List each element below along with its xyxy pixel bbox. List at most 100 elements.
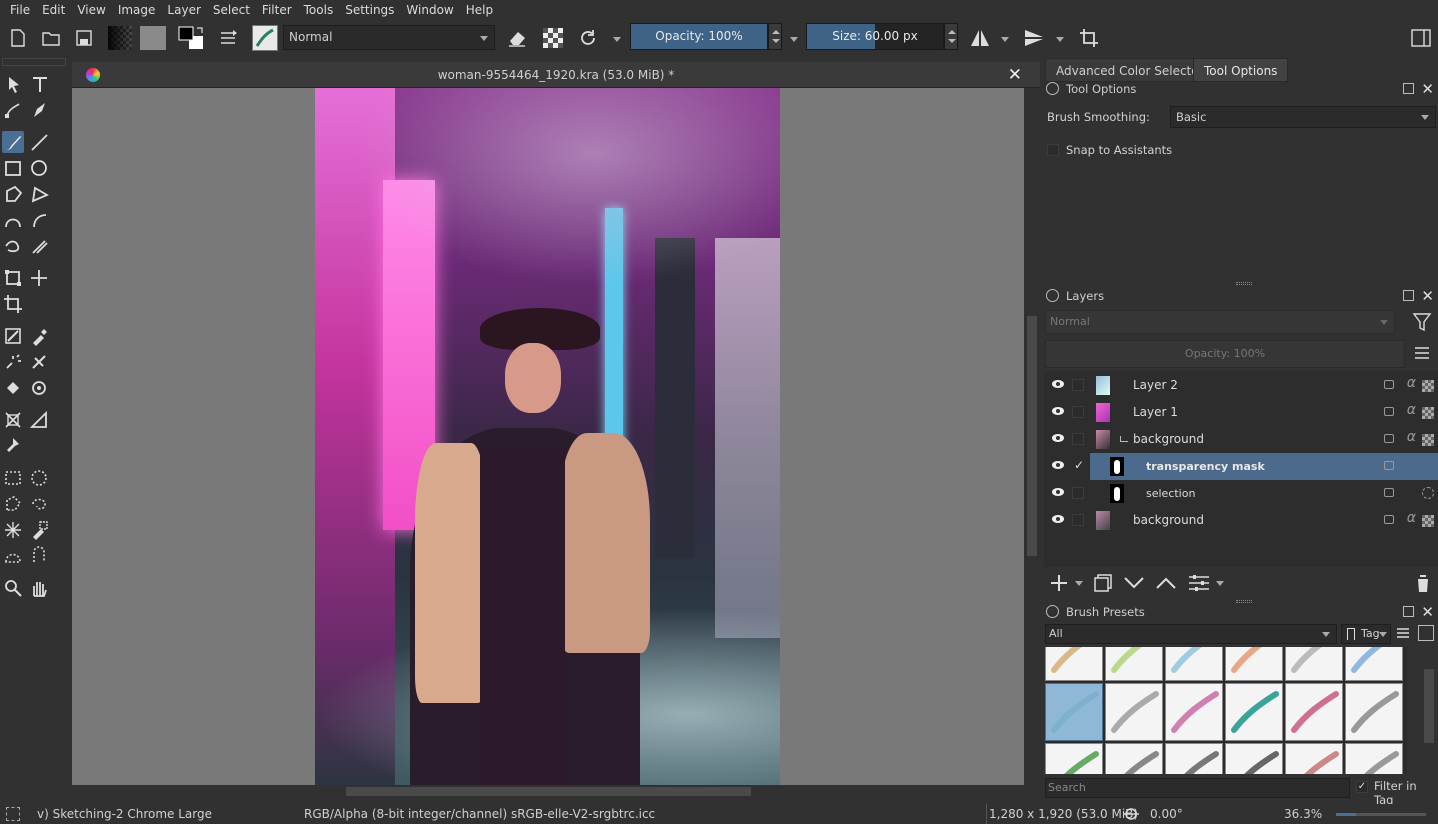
layer-checkbox[interactable] <box>1072 487 1084 499</box>
open-document-icon[interactable] <box>40 20 62 56</box>
reload-preset-icon[interactable] <box>576 20 600 56</box>
checkmark-icon[interactable]: ✓ <box>1074 458 1084 472</box>
tag-button[interactable]: Tag <box>1341 624 1391 644</box>
eraser-icon[interactable] <box>506 20 528 56</box>
line-tool-icon[interactable] <box>28 131 50 153</box>
layer-row[interactable]: background α <box>1044 426 1438 453</box>
preset-texture-icon[interactable] <box>1165 647 1223 681</box>
wrap-around-icon[interactable] <box>1078 20 1100 56</box>
colorize-mask-tool-icon[interactable] <box>2 351 24 373</box>
eye-icon[interactable] <box>1052 407 1064 415</box>
size-spinner[interactable] <box>944 23 958 50</box>
preset-spray-icon[interactable] <box>1345 743 1403 774</box>
alpha-lock-icon[interactable]: α <box>1407 510 1416 526</box>
lock-icon[interactable] <box>1046 82 1059 95</box>
layer-row[interactable]: selection <box>1044 480 1438 507</box>
zoom-tool-icon[interactable] <box>2 577 24 599</box>
eye-icon[interactable] <box>1052 380 1064 388</box>
menu-tools[interactable]: Tools <box>298 0 340 20</box>
toolbox-handle[interactable] <box>2 58 66 66</box>
splitter-handle[interactable] <box>1236 282 1252 285</box>
size-slider[interactable]: Size: 60.00 px <box>806 23 944 50</box>
chevron-down-icon[interactable] <box>790 37 798 42</box>
menu-file[interactable]: File <box>4 0 36 20</box>
delete-layer-icon[interactable] <box>1414 573 1432 593</box>
bezier-tool-icon[interactable] <box>2 209 24 231</box>
duplicate-layer-icon[interactable] <box>1093 573 1113 593</box>
document-tab[interactable]: woman-9554464_1920.kra (53.0 MiB) * ✕ <box>72 62 1040 88</box>
chevron-down-icon[interactable] <box>613 37 621 42</box>
pattern-swatch-icon[interactable] <box>140 20 166 56</box>
measure-tool-icon[interactable] <box>28 409 50 431</box>
preset-stamp-icon[interactable] <box>1225 647 1283 681</box>
brush-preset-icon[interactable] <box>252 20 278 56</box>
lock-icon[interactable] <box>1384 515 1394 524</box>
move-tool-icon[interactable] <box>28 267 50 289</box>
inherit-alpha-icon[interactable] <box>1422 407 1434 419</box>
move-layer-down-icon[interactable] <box>1123 575 1145 591</box>
vertical-scrollbar[interactable] <box>1024 88 1040 785</box>
preset-eraser-icon[interactable] <box>1345 683 1403 741</box>
layer-row[interactable]: Layer 1 α <box>1044 399 1438 426</box>
layer-checkbox[interactable] <box>1072 514 1084 526</box>
polygonal-selection-tool-icon[interactable] <box>2 493 24 515</box>
layer-checkbox[interactable] <box>1072 379 1084 391</box>
float-icon[interactable] <box>1403 83 1414 94</box>
mirror-vertical-icon[interactable] <box>1022 20 1046 56</box>
rectangular-selection-tool-icon[interactable] <box>2 467 24 489</box>
edit-shapes-tool-icon[interactable] <box>2 99 24 121</box>
chevron-down-icon[interactable] <box>1216 581 1224 586</box>
selection-status-icon[interactable] <box>6 807 20 821</box>
preset-sketch-icon[interactable] <box>1105 683 1163 741</box>
smart-patch-tool-icon[interactable] <box>28 351 50 373</box>
float-icon[interactable] <box>1403 606 1414 617</box>
alpha-lock-icon[interactable]: α <box>1407 375 1416 391</box>
select-shapes-tool-icon[interactable] <box>2 73 24 95</box>
preset-airbrush-icon[interactable] <box>1225 683 1283 741</box>
pan-tool-icon[interactable] <box>28 577 50 599</box>
lock-icon[interactable] <box>1384 407 1394 416</box>
float-icon[interactable] <box>1403 290 1414 301</box>
inherit-alpha-icon[interactable] <box>1422 515 1434 527</box>
close-icon[interactable]: ✕ <box>1421 286 1434 306</box>
inherit-alpha-icon[interactable] <box>1422 380 1434 392</box>
chevron-down-icon[interactable] <box>1001 37 1009 42</box>
preset-bristle-icon[interactable] <box>1045 743 1103 774</box>
preset-search-input[interactable]: Search <box>1045 778 1350 798</box>
preset-dots-icon[interactable] <box>1105 743 1163 774</box>
lock-icon[interactable] <box>1046 605 1059 618</box>
preset-pencil-icon[interactable] <box>1045 647 1103 681</box>
preset-blender-icon[interactable] <box>1105 647 1163 681</box>
workspace-switch-icon[interactable] <box>1410 20 1432 56</box>
rectangle-tool-icon[interactable] <box>2 157 24 179</box>
eye-icon[interactable] <box>1052 488 1064 496</box>
close-icon[interactable]: ✕ <box>1008 65 1022 85</box>
layer-opacity-slider[interactable]: Opacity: 100% <box>1045 340 1405 368</box>
magnetic-selection-tool-icon[interactable] <box>28 545 50 567</box>
opacity-spinner[interactable] <box>768 23 782 50</box>
selection-mask-icon[interactable] <box>1422 487 1434 499</box>
close-icon[interactable]: ✕ <box>1421 602 1434 622</box>
menu-layer[interactable]: Layer <box>161 0 206 20</box>
presets-scrollbar-thumb[interactable] <box>1424 669 1434 743</box>
dynamic-brush-tool-icon[interactable] <box>2 235 24 257</box>
lock-icon[interactable] <box>1384 461 1394 470</box>
freehand-path-tool-icon[interactable] <box>28 209 50 231</box>
polyline-tool-icon[interactable] <box>28 183 50 205</box>
eye-icon[interactable] <box>1052 461 1064 469</box>
bezier-selection-tool-icon[interactable] <box>2 545 24 567</box>
presets-scrollbar[interactable] <box>1422 647 1436 774</box>
transform-tool-icon[interactable] <box>2 267 24 289</box>
blend-mode-combo[interactable]: Normal <box>283 25 495 50</box>
chevron-down-icon[interactable] <box>1056 37 1064 42</box>
ellipse-tool-icon[interactable] <box>28 157 50 179</box>
similar-color-selection-tool-icon[interactable] <box>28 519 50 541</box>
freehand-brush-tool-icon[interactable] <box>2 131 24 153</box>
snap-to-assistants-checkbox[interactable] <box>1047 144 1059 156</box>
chevron-down-icon[interactable] <box>1120 436 1128 442</box>
layer-checkbox[interactable] <box>1072 433 1084 445</box>
layer-checkbox[interactable] <box>1072 406 1084 418</box>
elliptical-selection-tool-icon[interactable] <box>28 467 50 489</box>
menu-settings[interactable]: Settings <box>339 0 400 20</box>
opacity-slider[interactable]: Opacity: 100% <box>630 23 768 50</box>
